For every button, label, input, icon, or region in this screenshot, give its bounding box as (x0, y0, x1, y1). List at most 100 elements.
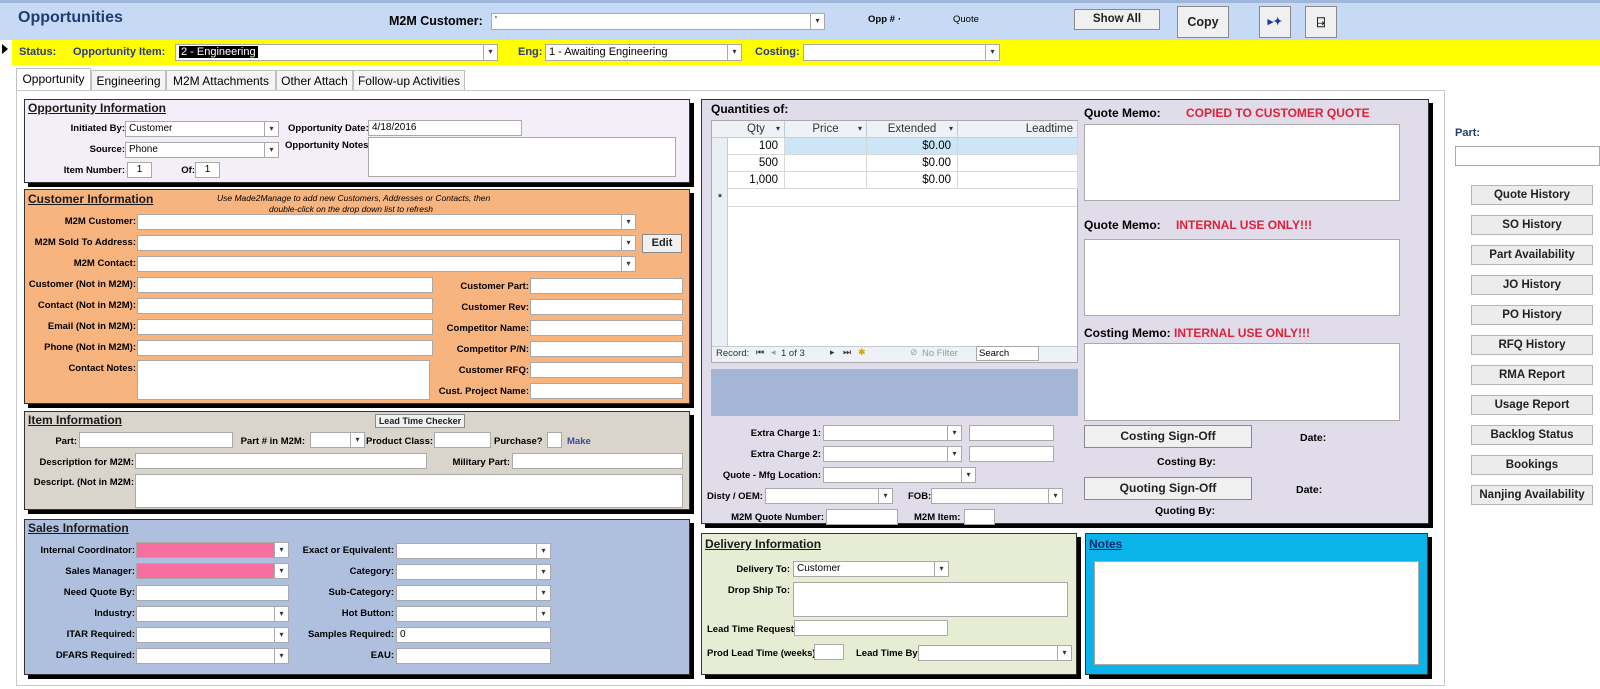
grid-cell-leadtime[interactable] (958, 155, 1078, 171)
po-history-button[interactable]: PO History (1471, 305, 1593, 325)
grid-row[interactable]: 500 $0.00 (712, 155, 1078, 172)
delivery-to-select[interactable]: Customer ▾ (793, 561, 949, 577)
chevron-down-icon[interactable]: ▾ (274, 628, 288, 642)
fob-select[interactable]: ▾ (931, 488, 1063, 504)
prev-record-icon[interactable]: ◂ (771, 347, 776, 358)
chevron-down-icon[interactable]: ▾ (947, 426, 961, 440)
subcategory-select[interactable]: ▾ (396, 585, 551, 601)
rfq-history-button[interactable]: RFQ History (1471, 335, 1593, 355)
show-all-button[interactable]: Show All (1074, 9, 1160, 30)
m2m-customer-select[interactable]: ▾ (137, 214, 636, 230)
grid-cell-extended[interactable]: $0.00 (867, 138, 958, 154)
tab-engineering[interactable]: Engineering (91, 70, 166, 91)
sales-manager-select[interactable]: ▾ (136, 563, 289, 579)
new-record-icon[interactable]: ✱ (858, 347, 866, 358)
desc-not-m2m-field[interactable] (135, 474, 683, 508)
opportunity-notes-field[interactable] (368, 137, 676, 177)
drop-ship-field[interactable] (793, 582, 1068, 617)
no-filter-label[interactable]: No Filter (922, 348, 958, 359)
grid-header-extended[interactable]: Extended ▾ (867, 121, 958, 138)
email-not-m2m-field[interactable] (137, 319, 433, 335)
customer-part-field[interactable] (530, 278, 683, 294)
industry-select[interactable]: ▾ (136, 606, 289, 622)
chevron-down-icon[interactable]: ▾ (878, 489, 892, 503)
chevron-down-icon[interactable]: ▾ (274, 607, 288, 621)
tab-follow-up-activities[interactable]: Follow-up Activities (353, 70, 465, 91)
grid-row[interactable]: 1,000 $0.00 (712, 172, 1078, 189)
grid-cell-qty[interactable]: 1,000 (728, 172, 785, 188)
quote-history-button[interactable]: Quote History (1471, 185, 1593, 205)
grid-cell-qty[interactable]: 500 (728, 155, 785, 171)
bookings-button[interactable]: Bookings (1471, 455, 1593, 475)
part-availability-button[interactable]: Part Availability (1471, 245, 1593, 265)
chevron-down-icon[interactable]: ▾ (985, 45, 999, 60)
first-record-icon[interactable]: ⏮ (756, 347, 764, 358)
contact-notes-field[interactable] (137, 360, 430, 400)
grid-header-price[interactable]: Price ▾ (785, 121, 867, 138)
samples-field[interactable]: 0 (396, 627, 551, 643)
header-m2m-customer-select[interactable]: ' ▾ (491, 13, 825, 30)
chevron-down-icon[interactable]: ▾ (1048, 489, 1062, 503)
rma-report-button[interactable]: RMA Report (1471, 365, 1593, 385)
chevron-down-icon[interactable]: ▾ (810, 14, 824, 29)
jo-history-button[interactable]: JO History (1471, 275, 1593, 295)
lead-time-checker-button[interactable]: Lead Time Checker (375, 414, 465, 428)
competitor-name-field[interactable] (530, 320, 683, 336)
chevron-down-icon[interactable]: ▾ (1057, 646, 1071, 660)
initiated-by-select[interactable]: Customer ▾ (125, 121, 279, 137)
mfg-location-select[interactable]: ▾ (823, 467, 976, 483)
opportunity-date-field[interactable]: 4/18/2016 (368, 120, 522, 136)
new-row[interactable] (728, 190, 1077, 207)
grid-cell-leadtime[interactable] (958, 138, 1078, 154)
desc-m2m-field[interactable] (135, 453, 427, 469)
eau-field[interactable] (396, 648, 551, 664)
contact-not-m2m-field[interactable] (137, 298, 433, 314)
opportunity-item-select[interactable]: 2 - Engineering ▾ (175, 44, 498, 61)
sort-dropdown-icon[interactable]: ▾ (949, 121, 953, 137)
disty-oem-select[interactable]: ▾ (765, 488, 893, 504)
grid-cell-price[interactable] (785, 155, 867, 171)
chevron-down-icon[interactable]: ▾ (536, 565, 550, 579)
chevron-down-icon[interactable]: ▾ (264, 122, 278, 136)
backlog-status-button[interactable]: Backlog Status (1471, 425, 1593, 445)
grid-cell-price[interactable] (785, 172, 867, 188)
chevron-down-icon[interactable]: ▾ (727, 45, 741, 60)
record-selector-icon[interactable] (2, 44, 8, 54)
competitor-pn-field[interactable] (530, 341, 683, 357)
customer-rfq-field[interactable] (530, 362, 683, 378)
extra-charge-1-amount[interactable] (969, 425, 1054, 441)
grid-cell-leadtime[interactable] (958, 172, 1078, 188)
sold-to-select[interactable]: ▾ (137, 235, 636, 251)
chevron-down-icon[interactable]: ▾ (621, 257, 635, 271)
part-m2m-select[interactable]: ▾ (310, 432, 365, 448)
tab-opportunity[interactable]: Opportunity (16, 68, 91, 91)
chevron-down-icon[interactable]: ▾ (274, 649, 288, 663)
chevron-down-icon[interactable]: ▾ (536, 544, 550, 558)
part-lookup-field[interactable] (1455, 146, 1600, 166)
source-select[interactable]: Phone ▾ (125, 142, 279, 158)
chevron-down-icon[interactable]: ▾ (274, 543, 288, 557)
exact-select[interactable]: ▾ (396, 543, 551, 559)
row-selector[interactable] (712, 155, 728, 172)
sort-dropdown-icon[interactable]: ▾ (858, 121, 862, 137)
row-selector[interactable] (712, 138, 728, 155)
grid-row[interactable]: 100 $0.00 (712, 138, 1078, 155)
chevron-down-icon[interactable]: ▾ (947, 447, 961, 461)
chevron-down-icon[interactable]: ▾ (621, 215, 635, 229)
extra-charge-2-select[interactable]: ▾ (823, 446, 962, 462)
chevron-down-icon[interactable]: ▾ (483, 45, 497, 60)
eng-select[interactable]: 1 - Awaiting Engineering ▾ (545, 44, 742, 61)
edit-button[interactable]: Edit (642, 234, 682, 253)
grid-cell-qty[interactable]: 100 (728, 138, 785, 154)
dfars-select[interactable]: ▾ (136, 648, 289, 664)
chevron-down-icon[interactable]: ▾ (536, 607, 550, 621)
project-name-field[interactable] (530, 383, 683, 399)
internal-coordinator-select[interactable]: ▾ (136, 542, 289, 558)
chevron-down-icon[interactable]: ▾ (274, 564, 288, 578)
costing-memo-field[interactable] (1084, 343, 1400, 421)
phone-not-m2m-field[interactable] (137, 340, 433, 356)
quote-memo-field[interactable] (1084, 124, 1400, 201)
extra-charge-1-select[interactable]: ▾ (823, 425, 962, 441)
extra-charge-2-amount[interactable] (969, 446, 1054, 462)
chevron-down-icon[interactable]: ▾ (536, 586, 550, 600)
